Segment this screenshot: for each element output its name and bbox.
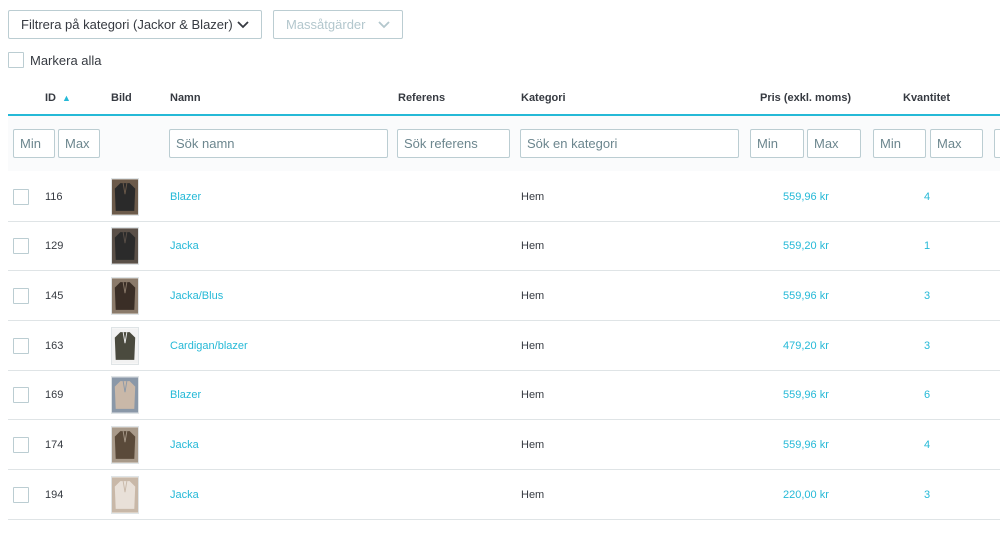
column-header-quantity[interactable]: Kvantitet: [903, 92, 950, 104]
row-category: Hem: [521, 190, 545, 203]
reference-search-input[interactable]: Sök referens: [397, 129, 510, 158]
row-id: 145: [45, 289, 64, 302]
table-row[interactable]: 116 Blazer Hem 559,96 kr 4: [8, 172, 1000, 222]
table-row[interactable]: 129 Jacka Hem 559,20 kr 1: [8, 221, 1000, 271]
row-category: Hem: [521, 388, 545, 401]
row-price-link[interactable]: 559,96 kr: [783, 172, 829, 221]
quantity-max-input[interactable]: Max: [930, 129, 983, 158]
column-header-reference[interactable]: Referens: [398, 92, 445, 104]
row-name-link[interactable]: Blazer: [170, 172, 201, 221]
category-filter-label: Filtrera på kategori (Jackor & Blazer): [21, 17, 233, 32]
row-price-link[interactable]: 479,20 kr: [783, 321, 829, 370]
row-category: Hem: [521, 438, 545, 451]
status-filter-select[interactable]: [994, 129, 1000, 158]
table-row[interactable]: 194 Jacka Hem 220,00 kr 3: [8, 470, 1000, 520]
row-checkbox[interactable]: [13, 237, 29, 254]
row-id: 194: [45, 488, 64, 501]
row-quantity-link[interactable]: 3: [924, 470, 930, 519]
row-checkbox[interactable]: [13, 337, 29, 354]
toolbar: Filtrera på kategori (Jackor & Blazer) M…: [8, 10, 403, 39]
select-all-label: Markera alla: [30, 52, 102, 68]
table-row[interactable]: 174 Jacka Hem 559,96 kr 4: [8, 420, 1000, 470]
row-checkbox[interactable]: [13, 436, 29, 453]
category-search-input[interactable]: Sök en kategori: [520, 129, 739, 158]
row-id: 116: [45, 190, 63, 203]
row-id: 174: [45, 438, 64, 451]
row-checkbox[interactable]: [13, 486, 29, 503]
row-price-link[interactable]: 559,96 kr: [783, 420, 829, 469]
bulk-actions-dropdown[interactable]: Massåtgärder: [273, 10, 403, 39]
column-header-category[interactable]: Kategori: [521, 92, 566, 104]
row-id: 169: [45, 388, 64, 401]
row-category: Hem: [521, 339, 545, 352]
price-max-input[interactable]: Max: [807, 129, 861, 158]
table-row[interactable]: 169 Blazer Hem 559,96 kr 6: [8, 370, 1000, 420]
product-thumbnail[interactable]: [111, 425, 139, 464]
product-thumbnail[interactable]: [111, 475, 139, 514]
product-thumbnail[interactable]: [111, 177, 139, 216]
row-checkbox[interactable]: [13, 386, 29, 403]
row-name-link[interactable]: Cardigan/blazer: [170, 321, 248, 370]
row-name-link[interactable]: Jacka: [170, 221, 199, 270]
row-category: Hem: [521, 239, 545, 252]
filter-row: Min Max Sök namn Sök referens Sök en kat…: [8, 116, 1000, 171]
chevron-down-icon: [237, 20, 249, 28]
product-thumbnail[interactable]: [111, 326, 139, 365]
row-category: Hem: [521, 289, 545, 302]
column-header-id[interactable]: ID ▲: [45, 92, 71, 104]
row-price-link[interactable]: 220,00 kr: [783, 470, 829, 519]
table-header: ID ▲ Bild Namn Referens Kategori Pris (ex…: [8, 80, 1000, 116]
row-name-link[interactable]: Jacka: [170, 420, 199, 469]
row-price-link[interactable]: 559,20 kr: [783, 221, 829, 270]
row-quantity-link[interactable]: 3: [924, 321, 930, 370]
row-name-link[interactable]: Jacka/Blus: [170, 271, 223, 320]
select-all[interactable]: Markera alla: [8, 52, 102, 68]
bulk-actions-label: Massåtgärder: [286, 17, 366, 32]
row-price-link[interactable]: 559,96 kr: [783, 271, 829, 320]
sort-ascending-icon[interactable]: ▲: [62, 93, 71, 103]
category-filter-dropdown[interactable]: Filtrera på kategori (Jackor & Blazer): [8, 10, 262, 39]
chevron-down-icon: [378, 20, 390, 28]
column-header-price[interactable]: Pris (exkl. moms): [760, 92, 851, 104]
row-price-link[interactable]: 559,96 kr: [783, 370, 829, 419]
row-name-link[interactable]: Jacka: [170, 470, 199, 519]
table-row[interactable]: 163 Cardigan/blazer Hem 479,20 kr 3: [8, 321, 1000, 371]
column-id-label: ID: [45, 92, 56, 104]
column-header-image: Bild: [111, 92, 132, 104]
select-all-checkbox[interactable]: [8, 52, 24, 68]
id-max-input[interactable]: Max: [58, 129, 100, 158]
table-row[interactable]: 145 Jacka/Blus Hem 559,96 kr 3: [8, 271, 1000, 321]
row-id: 163: [45, 339, 64, 352]
row-category: Hem: [521, 488, 545, 501]
row-checkbox[interactable]: [13, 287, 29, 304]
row-quantity-link[interactable]: 1: [924, 221, 930, 270]
row-quantity-link[interactable]: 4: [924, 172, 930, 221]
product-thumbnail[interactable]: [111, 226, 139, 265]
id-min-input[interactable]: Min: [13, 129, 55, 158]
product-thumbnail[interactable]: [111, 276, 139, 315]
product-thumbnail[interactable]: [111, 375, 139, 414]
row-quantity-link[interactable]: 6: [924, 370, 930, 419]
row-quantity-link[interactable]: 3: [924, 271, 930, 320]
row-id: 129: [45, 239, 64, 252]
price-min-input[interactable]: Min: [750, 129, 804, 158]
row-quantity-link[interactable]: 4: [924, 420, 930, 469]
quantity-min-input[interactable]: Min: [873, 129, 926, 158]
row-name-link[interactable]: Blazer: [170, 370, 201, 419]
name-search-input[interactable]: Sök namn: [169, 129, 388, 158]
row-checkbox[interactable]: [13, 188, 29, 205]
column-header-name[interactable]: Namn: [170, 92, 201, 104]
